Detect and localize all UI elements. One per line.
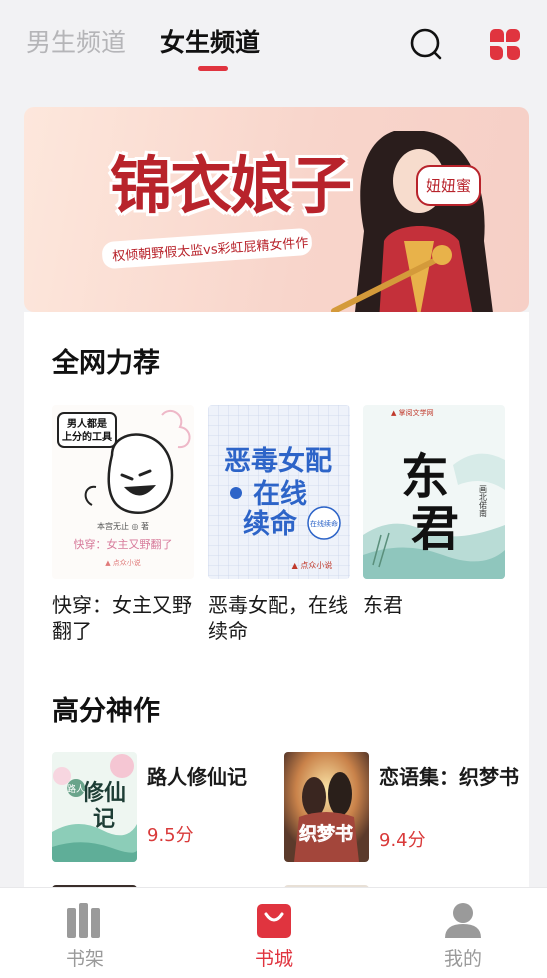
svg-text:男人都是: 男人都是: [67, 417, 107, 430]
svg-text:东: 东: [401, 449, 449, 505]
book-cover-1-art: 男人都是 上分的工具 本宫无止 ◎ 著 快穿：女主又野翻了 ▲ 点众小说: [52, 405, 194, 579]
book-score-4: 9.5分: [147, 825, 194, 846]
section-title-top-rated: 高分神作: [52, 696, 160, 727]
book-title-3[interactable]: 东君: [363, 592, 503, 618]
top-header: 男生频道 女生频道: [0, 0, 547, 92]
svg-text:本宫无止 ◎ 著: 本宫无止 ◎ 著: [97, 521, 149, 531]
svg-text:▲ 掌阅文学网: ▲ 掌阅文学网: [391, 408, 434, 417]
bottom-navigation: 书架 书城 我的: [0, 887, 547, 978]
nav-bookshelf-label: 书架: [65, 948, 104, 970]
book-cover-3[interactable]: 东 君 画北偌南 ▲ 掌阅文学网: [363, 405, 505, 579]
book-cover-2[interactable]: 恶毒女配 在线 续命 在线续命 ▲ 点众小说: [208, 405, 350, 579]
svg-text:画北偌南: 画北偌南: [479, 485, 488, 517]
book-title-2[interactable]: 恶毒女配，在线续命: [208, 592, 348, 644]
promo-banner[interactable]: 锦衣娘子 权倾朝野假太监vs彩虹屁精女件作 妞妞蜜: [24, 107, 529, 312]
four-petal-grid-icon[interactable]: [487, 26, 523, 62]
svg-text:记: 记: [93, 806, 115, 832]
svg-text:▲ 点众小说: ▲ 点众小说: [292, 560, 333, 570]
book-title-4[interactable]: 路人修仙记: [147, 764, 287, 790]
book-cover-5-art: 织梦书: [284, 752, 369, 862]
banner-character-illustration: [331, 131, 493, 312]
tab-male-channel[interactable]: 男生频道: [26, 26, 126, 60]
nav-profile[interactable]: 我的: [428, 900, 498, 971]
svg-text:▲ 点众小说: ▲ 点众小说: [105, 558, 141, 567]
svg-text:织梦书: 织梦书: [299, 823, 353, 845]
search-icon[interactable]: [408, 26, 444, 62]
svg-text:恶毒女配: 恶毒女配: [224, 445, 332, 477]
svg-text:在线: 在线: [253, 479, 307, 510]
tab-female-channel[interactable]: 女生频道: [160, 26, 260, 60]
book-title-1[interactable]: 快穿：女主又野翻了: [52, 592, 192, 644]
banner-brand-badge: 妞妞蜜: [416, 165, 482, 206]
banner-subtitle: 权倾朝野假太监vs彩虹屁精女件作: [101, 227, 313, 270]
svg-text:在线续命: 在线续命: [310, 519, 338, 528]
section-title-recommend: 全网力荐: [52, 348, 160, 379]
active-tab-indicator: [198, 66, 228, 71]
svg-text:修仙: 修仙: [81, 780, 126, 806]
nav-profile-label: 我的: [443, 948, 482, 970]
svg-text:续命: 续命: [243, 508, 298, 540]
svg-text:路人: 路人: [67, 783, 85, 795]
shopping-bag-icon: [257, 904, 291, 938]
book-title-5[interactable]: 恋语集：织梦书: [379, 764, 519, 790]
banner-title: 锦衣娘子: [110, 149, 352, 222]
user-icon: [445, 903, 481, 938]
nav-bookstore[interactable]: 书城: [239, 900, 309, 971]
content-card: 全网力荐 男人都是 上分的工具 本宫无止 ◎ 著 快穿：女主又野翻了 ▲ 点众小…: [24, 312, 529, 895]
bookshelf-icon: [67, 903, 100, 938]
cover-footer-text: 快穿：女主又野翻了: [74, 537, 173, 551]
book-score-5: 9.4分: [379, 830, 426, 851]
book-cover-4-art: 修仙 记 路人: [52, 752, 137, 862]
book-cover-1[interactable]: 男人都是 上分的工具 本宫无止 ◎ 著 快穿：女主又野翻了 ▲ 点众小说: [52, 405, 194, 579]
book-cover-2-art: 恶毒女配 在线 续命 在线续命 ▲ 点众小说: [208, 405, 350, 579]
svg-text:上分的工具: 上分的工具: [62, 430, 112, 443]
svg-text:君: 君: [411, 501, 459, 557]
banner-pagination: [282, 302, 322, 312]
book-cover-3-art: 东 君 画北偌南 ▲ 掌阅文学网: [363, 405, 505, 579]
book-cover-4[interactable]: 修仙 记 路人: [52, 752, 137, 862]
nav-bookshelf[interactable]: 书架: [50, 900, 120, 971]
nav-bookstore-label: 书城: [254, 948, 293, 970]
book-cover-5[interactable]: 织梦书: [284, 752, 369, 862]
